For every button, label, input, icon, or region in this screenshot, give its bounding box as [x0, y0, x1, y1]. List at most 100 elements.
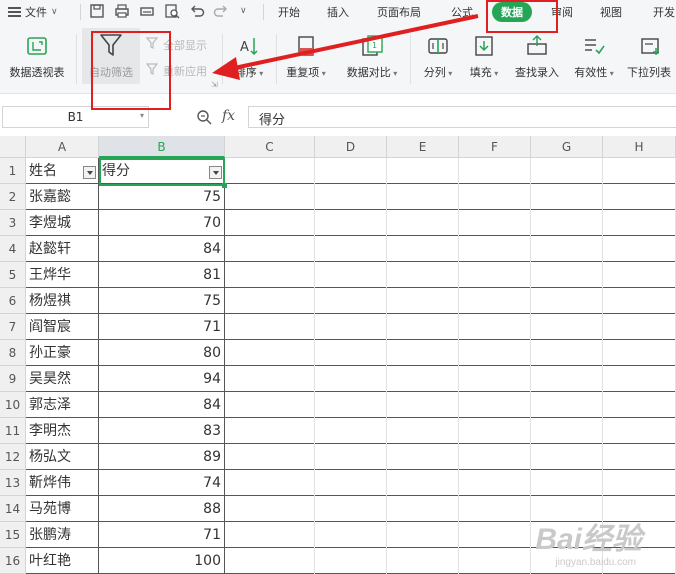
row-header[interactable]: 12	[0, 444, 26, 470]
empty-cell[interactable]	[531, 314, 603, 340]
empty-cell[interactable]	[531, 418, 603, 444]
empty-cell[interactable]	[387, 210, 459, 236]
row-header[interactable]: 5	[0, 262, 26, 288]
empty-cell[interactable]	[387, 288, 459, 314]
empty-cell[interactable]	[315, 444, 387, 470]
column-header-e[interactable]: E	[387, 136, 459, 158]
tab-formulas[interactable]: 公式	[451, 4, 473, 20]
zoom-magnifier-icon[interactable]	[196, 109, 212, 129]
cell-name[interactable]: 吴昊然	[26, 366, 99, 392]
empty-cell[interactable]	[315, 340, 387, 366]
empty-cell[interactable]	[603, 184, 676, 210]
formula-input[interactable]: 得分	[248, 106, 676, 128]
cell-name[interactable]: 阎智宸	[26, 314, 99, 340]
redo-icon[interactable]	[213, 3, 229, 19]
row-header[interactable]: 2	[0, 184, 26, 210]
empty-cell[interactable]	[387, 184, 459, 210]
insert-function-icon[interactable]: fx	[222, 108, 235, 124]
cell-name[interactable]: 张嘉懿	[26, 184, 99, 210]
column-header-f[interactable]: F	[459, 136, 531, 158]
empty-cell[interactable]	[459, 184, 531, 210]
empty-cell[interactable]	[459, 470, 531, 496]
empty-cell[interactable]	[459, 418, 531, 444]
empty-cell[interactable]	[387, 418, 459, 444]
empty-cell[interactable]	[387, 314, 459, 340]
dropdown-list-button[interactable]: 下拉列表	[627, 30, 676, 80]
empty-cell[interactable]	[315, 288, 387, 314]
cell-score[interactable]: 88	[99, 496, 225, 522]
print-icon[interactable]	[139, 3, 155, 19]
row-header[interactable]: 9	[0, 366, 26, 392]
empty-cell[interactable]	[459, 496, 531, 522]
empty-cell[interactable]	[387, 236, 459, 262]
validity-button[interactable]: 有效性 ▾	[570, 30, 618, 80]
empty-cell[interactable]	[603, 340, 676, 366]
empty-cell[interactable]	[531, 158, 603, 184]
cell-score[interactable]: 84	[99, 236, 225, 262]
row-header[interactable]: 10	[0, 392, 26, 418]
empty-cell[interactable]	[387, 158, 459, 184]
column-header-h[interactable]: H	[603, 136, 676, 158]
empty-cell[interactable]	[315, 210, 387, 236]
empty-cell[interactable]	[459, 288, 531, 314]
empty-cell[interactable]	[603, 392, 676, 418]
cell-score[interactable]: 70	[99, 210, 225, 236]
duplicates-button[interactable]: 重复项 ▾	[284, 30, 328, 80]
cell-score[interactable]: 80	[99, 340, 225, 366]
row-header[interactable]: 3	[0, 210, 26, 236]
empty-cell[interactable]	[603, 158, 676, 184]
cell-score[interactable]: 75	[99, 184, 225, 210]
cell-name[interactable]: 孙正豪	[26, 340, 99, 366]
empty-cell[interactable]	[459, 314, 531, 340]
empty-cell[interactable]	[225, 184, 315, 210]
empty-cell[interactable]	[531, 470, 603, 496]
empty-cell[interactable]	[225, 236, 315, 262]
empty-cell[interactable]	[531, 392, 603, 418]
header-cell-name[interactable]: 姓名	[26, 158, 99, 184]
empty-cell[interactable]	[225, 366, 315, 392]
empty-cell[interactable]	[387, 444, 459, 470]
empty-cell[interactable]	[603, 418, 676, 444]
cell-name[interactable]: 王烨华	[26, 262, 99, 288]
empty-cell[interactable]	[459, 392, 531, 418]
empty-cell[interactable]	[459, 340, 531, 366]
quick-access-more-icon[interactable]: ∨	[240, 3, 256, 19]
empty-cell[interactable]	[315, 366, 387, 392]
empty-cell[interactable]	[315, 158, 387, 184]
empty-cell[interactable]	[603, 314, 676, 340]
empty-cell[interactable]	[225, 496, 315, 522]
cell-name[interactable]: 赵懿轩	[26, 236, 99, 262]
cell-score[interactable]: 74	[99, 470, 225, 496]
empty-cell[interactable]	[225, 444, 315, 470]
data-compare-button[interactable]: 1 数据对比 ▾	[342, 30, 402, 80]
empty-cell[interactable]	[315, 470, 387, 496]
empty-cell[interactable]	[387, 470, 459, 496]
cell-name[interactable]: 郭志泽	[26, 392, 99, 418]
empty-cell[interactable]	[387, 392, 459, 418]
empty-cell[interactable]	[603, 366, 676, 392]
empty-cell[interactable]	[531, 340, 603, 366]
empty-cell[interactable]	[315, 496, 387, 522]
cell-name[interactable]: 李明杰	[26, 418, 99, 444]
empty-cell[interactable]	[459, 158, 531, 184]
empty-cell[interactable]	[225, 522, 315, 548]
pivot-table-button[interactable]: 数据透视表	[6, 30, 68, 80]
cell-score[interactable]: 71	[99, 314, 225, 340]
empty-cell[interactable]	[459, 210, 531, 236]
cell-name[interactable]: 马苑博	[26, 496, 99, 522]
row-header[interactable]: 16	[0, 548, 26, 574]
filter-dropdown-icon[interactable]	[83, 166, 96, 179]
preview-search-icon[interactable]	[164, 3, 180, 19]
empty-cell[interactable]	[459, 366, 531, 392]
empty-cell[interactable]	[315, 522, 387, 548]
empty-cell[interactable]	[315, 262, 387, 288]
cell-score[interactable]: 89	[99, 444, 225, 470]
empty-cell[interactable]	[315, 392, 387, 418]
row-header[interactable]: 8	[0, 340, 26, 366]
empty-cell[interactable]	[387, 548, 459, 574]
empty-cell[interactable]	[531, 236, 603, 262]
tab-home[interactable]: 开始	[278, 4, 300, 20]
row-header[interactable]: 4	[0, 236, 26, 262]
cell-name[interactable]: 杨煜祺	[26, 288, 99, 314]
row-header[interactable]: 1	[0, 158, 26, 184]
